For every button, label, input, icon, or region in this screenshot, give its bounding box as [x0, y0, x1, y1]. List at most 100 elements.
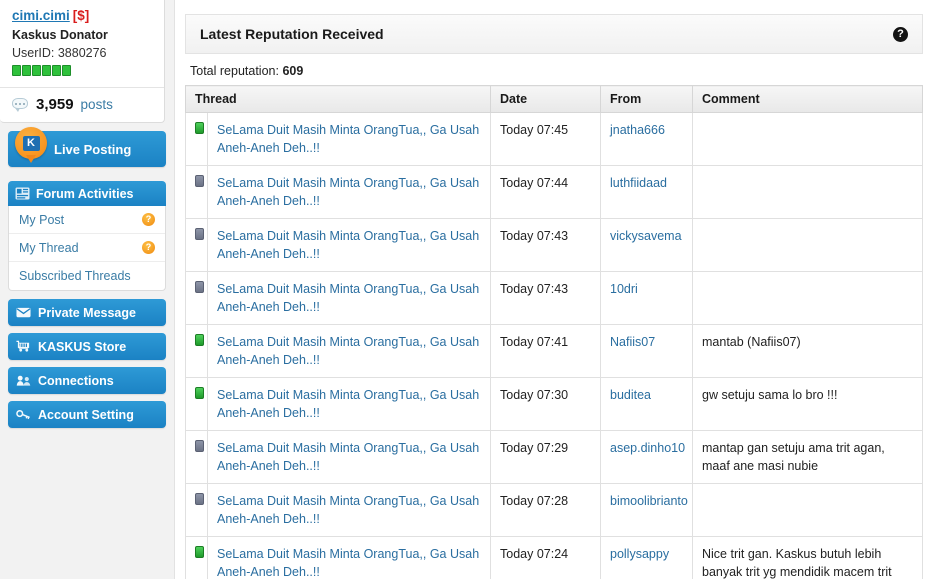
thread-link[interactable]: SeLama Duit Masih Minta OrangTua,, Ga Us… [217, 494, 479, 526]
date-cell: Today 07:28 [490, 483, 601, 537]
column-header-thread[interactable]: Thread [185, 85, 491, 113]
username-link[interactable]: cimi.cimi [12, 8, 70, 23]
from-user-link[interactable]: bimoolibrianto [610, 494, 688, 508]
thread-link[interactable]: SeLama Duit Masih Minta OrangTua,, Ga Us… [217, 176, 479, 208]
from-user-link[interactable]: vickysavema [610, 229, 682, 243]
date-cell: Today 07:43 [490, 218, 601, 272]
sidebar-item-subscribed-threads[interactable]: Subscribed Threads [9, 262, 165, 290]
thread-cell: SeLama Duit Masih Minta OrangTua,, Ga Us… [207, 430, 491, 484]
from-cell: vickysavema [600, 218, 693, 272]
sidebar-item-private-message[interactable]: Private Message [8, 299, 166, 326]
from-cell: 10dri [600, 271, 693, 325]
comment-cell: Nice trit gan. Kaskus butuh lebih banyak… [692, 536, 923, 579]
date-cell: Today 07:41 [490, 324, 601, 378]
reputation-positive-icon [195, 334, 204, 346]
from-cell: asep.dinho10 [600, 430, 693, 484]
from-user-link[interactable]: pollysappy [610, 547, 669, 561]
column-header-from[interactable]: From [600, 85, 693, 113]
panel-header: Latest Reputation Received ? [185, 14, 923, 54]
reputation-positive-icon [195, 122, 204, 134]
sidebar-item-label: KASKUS Store [38, 339, 127, 354]
comment-cell [692, 218, 923, 272]
from-cell: Nafiis07 [600, 324, 693, 378]
from-user-link[interactable]: 10dri [610, 282, 638, 296]
from-user-link[interactable]: asep.dinho10 [610, 441, 685, 455]
kaskus-k-glyph: K [22, 135, 40, 151]
from-user-link[interactable]: Nafiis07 [610, 335, 655, 349]
reputation-block [12, 65, 21, 76]
reputation-positive-icon [195, 387, 204, 399]
reputation-block [62, 65, 71, 76]
reputation-neutral-icon [195, 228, 204, 240]
thread-link[interactable]: SeLama Duit Masih Minta OrangTua,, Ga Us… [217, 229, 479, 261]
reputation-neutral-icon [195, 281, 204, 293]
comment-cell [692, 483, 923, 537]
comment-cell [692, 271, 923, 325]
table-row: SeLama Duit Masih Minta OrangTua,, Ga Us… [185, 430, 923, 484]
speech-bubble-icon [12, 97, 29, 112]
question-mark-icon[interactable]: ? [893, 26, 908, 42]
sidebar-item-connections[interactable]: Connections [8, 367, 166, 394]
sidebar-nav: K Live Posting Forum Activities My Post … [0, 123, 174, 428]
forum-activities-body: My Post ? My Thread ? Subscribed Threads [8, 206, 166, 291]
thread-link[interactable]: SeLama Duit Masih Minta OrangTua,, Ga Us… [217, 547, 479, 579]
live-posting-label: Live Posting [54, 141, 132, 157]
table-row: SeLama Duit Masih Minta OrangTua,, Ga Us… [185, 377, 923, 431]
thread-link[interactable]: SeLama Duit Masih Minta OrangTua,, Ga Us… [217, 388, 479, 420]
reputation-bar [12, 65, 154, 76]
sidebar-item-my-post[interactable]: My Post ? [9, 206, 165, 234]
reputation-neutral-icon [195, 440, 204, 452]
date-cell: Today 07:45 [490, 112, 601, 166]
donator-tag: [$] [72, 8, 90, 23]
connections-icon [16, 375, 31, 386]
profile-card: cimi.cimi [$] Kaskus Donator UserID: 3880… [0, 0, 165, 123]
column-header-date[interactable]: Date [490, 85, 601, 113]
sidebar-item-account-setting[interactable]: Account Setting [8, 401, 166, 428]
thread-link[interactable]: SeLama Duit Masih Minta OrangTua,, Ga Us… [217, 441, 479, 473]
sidebar: cimi.cimi [$] Kaskus Donator UserID: 3880… [0, 0, 175, 579]
posts-count: 3,959 [36, 96, 74, 113]
sidebar-item-my-thread[interactable]: My Thread ? [9, 234, 165, 262]
profile-summary: cimi.cimi [$] Kaskus Donator UserID: 3880… [0, 0, 164, 85]
reputation-block [22, 65, 31, 76]
sidebar-item-kaskus-store[interactable]: KASKUS Store [8, 333, 166, 360]
forum-activities-header[interactable]: Forum Activities [8, 181, 166, 206]
from-user-link[interactable]: jnatha666 [610, 123, 665, 137]
cart-icon [16, 340, 30, 352]
from-cell: jnatha666 [600, 112, 693, 166]
thread-link[interactable]: SeLama Duit Masih Minta OrangTua,, Ga Us… [217, 282, 479, 314]
thread-cell: SeLama Duit Masih Minta OrangTua,, Ga Us… [207, 112, 491, 166]
reputation-block [52, 65, 61, 76]
help-icon[interactable]: ? [142, 241, 155, 254]
reputation-indicator-cell [185, 377, 208, 431]
column-header-comment[interactable]: Comment [692, 85, 923, 113]
thread-cell: SeLama Duit Masih Minta OrangTua,, Ga Us… [207, 324, 491, 378]
sidebar-item-label: Account Setting [38, 407, 134, 422]
date-cell: Today 07:43 [490, 271, 601, 325]
from-user-link[interactable]: luthfiidaad [610, 176, 667, 190]
comment-cell [692, 165, 923, 219]
thread-cell: SeLama Duit Masih Minta OrangTua,, Ga Us… [207, 271, 491, 325]
from-user-link[interactable]: buditea [610, 388, 651, 402]
total-reputation-value: 609 [282, 64, 304, 78]
live-posting-button[interactable]: K Live Posting [8, 127, 166, 167]
thread-cell: SeLama Duit Masih Minta OrangTua,, Ga Us… [207, 165, 491, 219]
reputation-neutral-icon [195, 175, 204, 187]
from-cell: bimoolibrianto [600, 483, 693, 537]
date-cell: Today 07:24 [490, 536, 601, 579]
thread-link[interactable]: SeLama Duit Masih Minta OrangTua,, Ga Us… [217, 123, 479, 155]
reputation-indicator-cell [185, 218, 208, 272]
reputation-indicator-cell [185, 165, 208, 219]
page-root: cimi.cimi [$] Kaskus Donator UserID: 3880… [0, 0, 932, 579]
thread-link[interactable]: SeLama Duit Masih Minta OrangTua,, Ga Us… [217, 335, 479, 367]
reputation-indicator-cell [185, 271, 208, 325]
key-icon [16, 410, 30, 420]
from-cell: pollysappy [600, 536, 693, 579]
user-title: Kaskus Donator [12, 28, 108, 42]
reputation-neutral-icon [195, 493, 204, 505]
reputation-positive-icon [195, 546, 204, 558]
posts-counter[interactable]: 3,959 posts [0, 88, 164, 122]
help-icon[interactable]: ? [142, 213, 155, 226]
table-row: SeLama Duit Masih Minta OrangTua,, Ga Us… [185, 112, 923, 166]
table-header-row: Thread Date From Comment [185, 85, 923, 113]
